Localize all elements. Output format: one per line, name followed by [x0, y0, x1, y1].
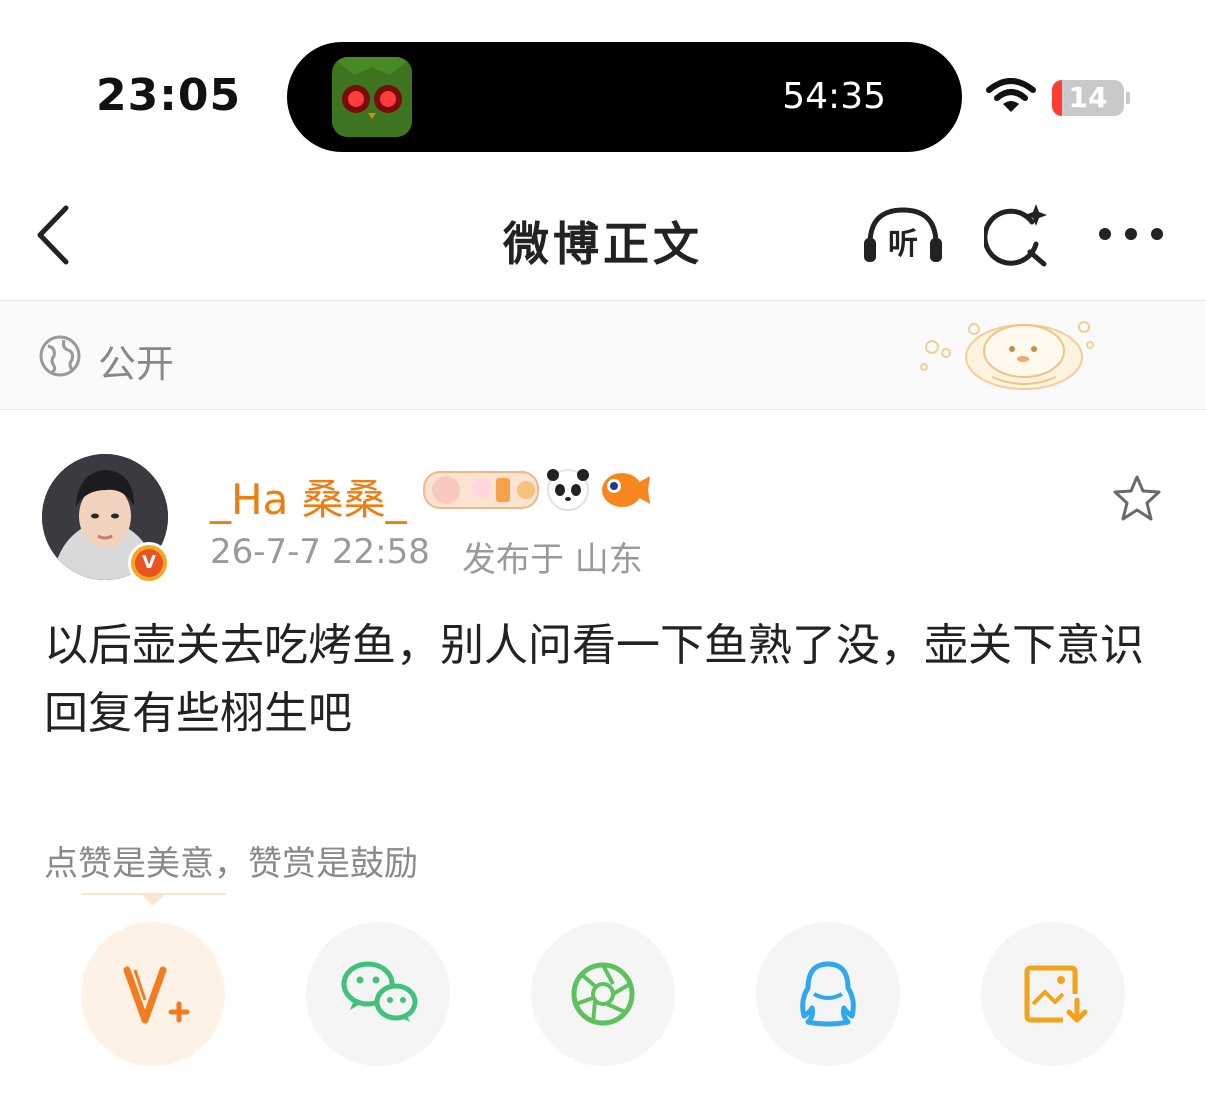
listen-label: 听 — [888, 227, 918, 262]
dynamic-island[interactable]: 54:35 — [287, 42, 962, 152]
listen-icon[interactable]: 听 — [862, 204, 944, 270]
save-image-button[interactable] — [981, 922, 1125, 1066]
tip-caret — [140, 893, 166, 906]
qq-icon — [800, 961, 856, 1027]
wifi-icon — [986, 78, 1036, 120]
emblem-card-icon — [423, 471, 539, 509]
user-emblems[interactable] — [422, 466, 652, 518]
wechat-icon — [341, 961, 418, 1022]
decorative-cat-illustration — [912, 307, 1102, 397]
qq-share-button[interactable] — [756, 922, 900, 1066]
status-time: 23:05 — [96, 70, 242, 121]
battery-indicator: 14 — [1052, 80, 1124, 116]
save-image-icon — [1024, 965, 1088, 1023]
island-timer: 54:35 — [782, 76, 886, 117]
v-plus-icon — [123, 966, 190, 1024]
verified-badge: V — [128, 542, 170, 584]
moments-icon — [571, 962, 635, 1026]
vplus-button[interactable] — [81, 922, 225, 1066]
battery-cap — [1126, 92, 1130, 104]
author-name[interactable]: _Ha 桑桑_ — [210, 466, 407, 527]
reward-tip: 点赞是美意，赞赏是鼓励 — [44, 844, 418, 884]
more-icon[interactable] — [1096, 224, 1166, 248]
wechat-share-button[interactable] — [306, 922, 450, 1066]
post-time: 26-7-7 22:58 — [210, 532, 430, 572]
favorite-star-icon[interactable] — [1112, 474, 1162, 526]
battery-level: 14 — [1068, 81, 1108, 114]
search-sparkle-icon[interactable] — [982, 202, 1050, 272]
post-text: 以后壶关去吃烤鱼，别人问看一下鱼熟了没，壶关下意识回复有些栩生吧 — [44, 620, 1144, 739]
post-location: 发布于 山东 — [462, 540, 643, 580]
live-activity-app-icon — [332, 57, 412, 137]
verified-badge-label: V — [135, 549, 163, 577]
panda-icon — [547, 469, 589, 511]
globe-icon — [38, 334, 82, 382]
visibility-label: 公开 — [98, 342, 175, 386]
moments-share-button[interactable] — [531, 922, 675, 1066]
fish-icon — [602, 473, 650, 507]
visibility-bar: 公开 — [0, 301, 1206, 410]
